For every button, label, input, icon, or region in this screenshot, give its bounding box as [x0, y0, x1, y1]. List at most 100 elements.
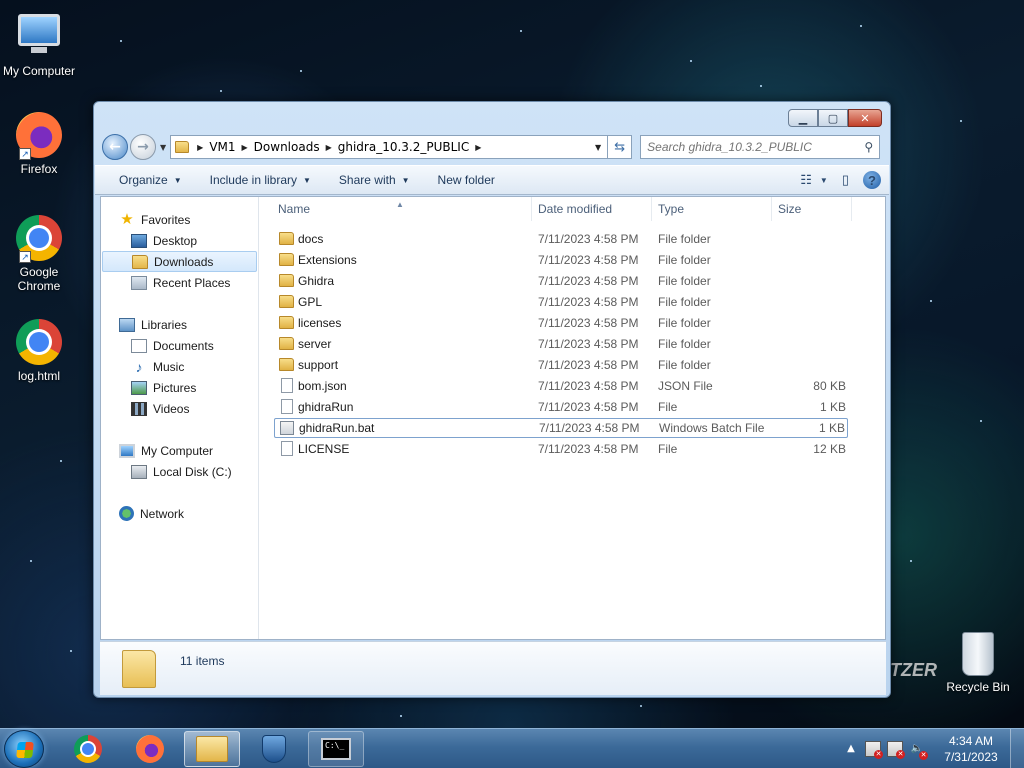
column-header-size[interactable]: Size — [772, 197, 852, 221]
file-row-ghidrarun-bat[interactable]: ghidraRun.bat 7/11/2023 4:58 PM Windows Ba… — [274, 418, 848, 438]
nav-local-disk[interactable]: Local Disk (C:) — [101, 461, 258, 482]
nav-recent-places[interactable]: Recent Places — [101, 272, 258, 293]
breadcrumb-chevron-icon[interactable]: ▶ — [197, 143, 203, 152]
nav-documents[interactable]: Documents — [101, 335, 258, 356]
address-dropdown-icon[interactable]: ▼ — [595, 143, 601, 152]
close-button[interactable]: ✕ — [848, 109, 882, 127]
nav-favorites[interactable]: ★ Favorites — [101, 209, 258, 230]
file-type: File folder — [658, 337, 711, 351]
forward-button[interactable]: → — [130, 134, 156, 160]
column-headers: Name ▲ Date modified Type Size — [260, 197, 885, 221]
file-type: File — [658, 442, 678, 456]
breadcrumb-downloads[interactable]: Downloads — [254, 140, 320, 154]
file-row-license[interactable]: LICENSE 7/11/2023 4:58 PM File 12 KB — [274, 439, 848, 459]
file-type: File folder — [658, 253, 711, 267]
taskbar-windows-explorer[interactable] — [184, 731, 240, 767]
view-options-icon[interactable]: ☷ — [800, 172, 812, 188]
nav-music[interactable]: ♪ Music — [101, 356, 258, 377]
nav-label: My Computer — [141, 443, 214, 458]
file-icon — [281, 441, 293, 456]
preview-pane-icon[interactable]: ▯ — [842, 172, 849, 188]
share-with-menu[interactable]: Share with ▼ — [325, 173, 424, 187]
folder-icon — [279, 274, 294, 287]
desktop-icon-recycle-bin[interactable]: Recycle Bin — [940, 632, 1016, 694]
nav-my-computer[interactable]: My Computer — [101, 440, 258, 461]
maximize-button[interactable]: ▢ — [818, 109, 848, 127]
folder-icon — [279, 358, 294, 371]
file-date: 7/11/2023 4:58 PM — [539, 421, 640, 435]
recent-pages-dropdown-icon[interactable]: ▼ — [160, 143, 166, 152]
nav-network[interactable]: Network — [101, 503, 258, 524]
refresh-button[interactable]: ⇆ — [608, 135, 633, 159]
column-header-date-modified[interactable]: Date modified — [532, 197, 652, 221]
desktop-icon-firefox[interactable]: ↗ Firefox — [1, 112, 77, 176]
taskbar-command-prompt[interactable]: C:\_ — [308, 731, 364, 767]
desktop-icon-my-computer[interactable]: My Computer — [1, 8, 77, 78]
breadcrumb-chevron-icon[interactable]: ▶ — [326, 143, 332, 152]
file-row-gpl[interactable]: GPL 7/11/2023 4:58 PM File folder — [274, 292, 848, 312]
file-row-bom-json[interactable]: bom.json 7/11/2023 4:58 PM JSON File 80 KB — [274, 376, 848, 396]
nav-videos[interactable]: Videos — [101, 398, 258, 419]
include-in-library-menu[interactable]: Include in library ▼ — [196, 173, 325, 187]
network-status-icon[interactable]: ✕ — [887, 741, 905, 759]
taskbar-clock[interactable]: 4:34 AM 7/31/2023 — [932, 733, 1010, 765]
desktop-icon-label: My Computer — [2, 64, 76, 78]
nav-label: Local Disk (C:) — [153, 464, 232, 479]
column-header-name[interactable]: Name ▲ — [260, 197, 532, 221]
taskbar-security-shield[interactable] — [246, 731, 302, 767]
computer-icon — [119, 443, 135, 458]
back-button[interactable]: ← — [102, 134, 128, 160]
desktop-icon-log-html[interactable]: log.html — [1, 319, 77, 383]
minimize-icon: ▁ — [798, 111, 808, 125]
nav-downloads[interactable]: Downloads — [102, 251, 257, 272]
action-center-flag-icon[interactable]: ✕ — [865, 741, 883, 759]
share-with-label: Share with — [338, 173, 396, 187]
search-input[interactable] — [647, 140, 848, 154]
minimize-button[interactable]: ▁ — [788, 109, 818, 127]
show-desktop-button[interactable] — [1010, 729, 1024, 768]
new-folder-button[interactable]: New folder — [424, 173, 509, 187]
chevron-down-icon: ▼ — [401, 175, 410, 185]
taskbar-firefox[interactable] — [122, 731, 178, 767]
column-label: Name — [278, 202, 311, 216]
file-row-ghidra[interactable]: Ghidra 7/11/2023 4:58 PM File folder — [274, 271, 848, 291]
file-size: 1 KB — [818, 421, 845, 435]
file-row-licenses[interactable]: licenses 7/11/2023 4:58 PM File folder — [274, 313, 848, 333]
disk-drive-icon — [131, 464, 147, 479]
file-row-server[interactable]: server 7/11/2023 4:58 PM File folder — [274, 334, 848, 354]
view-options-dropdown-icon[interactable]: ▼ — [820, 176, 828, 185]
file-row-support[interactable]: support 7/11/2023 4:58 PM File folder — [274, 355, 848, 375]
nav-desktop[interactable]: Desktop — [101, 230, 258, 251]
chrome-icon — [16, 319, 62, 365]
file-row-extensions[interactable]: Extensions 7/11/2023 4:58 PM File folder — [274, 250, 848, 270]
chevron-down-icon: ▼ — [303, 175, 311, 185]
taskbar-chrome[interactable] — [60, 731, 116, 767]
taskbar: C:\_ ▲ ✕ ✕ 🔈 ✕ 4:34 AM 7/31/2023 — [0, 728, 1024, 768]
search-icon[interactable]: ⚲ — [864, 140, 873, 154]
desktop-icon — [131, 233, 147, 248]
file-row-docs[interactable]: docs 7/11/2023 4:58 PM File folder — [274, 229, 848, 249]
breadcrumb-chevron-icon[interactable]: ▶ — [475, 143, 481, 152]
help-icon[interactable]: ? — [863, 171, 881, 189]
file-date: 7/11/2023 4:58 PM — [538, 274, 639, 288]
nav-label: Videos — [153, 401, 190, 416]
start-button[interactable] — [4, 730, 44, 768]
new-folder-label: New folder — [437, 173, 495, 187]
file-type: Windows Batch File — [659, 421, 765, 435]
breadcrumb-ghidra[interactable]: ghidra_10.3.2_PUBLIC — [338, 140, 469, 154]
file-name: bom.json — [298, 379, 347, 393]
file-row-ghidrarun[interactable]: ghidraRun 7/11/2023 4:58 PM File 1 KB — [274, 397, 848, 417]
nav-libraries[interactable]: Libraries — [101, 314, 258, 335]
nav-label: Music — [153, 359, 185, 374]
show-hidden-icons-icon[interactable]: ▲ — [843, 741, 859, 757]
search-box[interactable]: ⚲ — [640, 135, 881, 159]
breadcrumb-chevron-icon[interactable]: ▶ — [242, 143, 248, 152]
address-bar[interactable]: ▶ VM1 ▶ Downloads ▶ ghidra_10.3.2_PUBLIC… — [170, 135, 609, 159]
organize-menu[interactable]: Organize ▼ — [105, 173, 196, 187]
nav-pictures[interactable]: Pictures — [101, 377, 258, 398]
file-name: server — [298, 337, 332, 351]
column-header-type[interactable]: Type — [652, 197, 772, 221]
desktop-icon-google-chrome[interactable]: ↗ Google Chrome — [1, 215, 77, 293]
volume-muted-icon[interactable]: 🔈 ✕ — [909, 741, 928, 760]
breadcrumb-vm1[interactable]: VM1 — [209, 140, 235, 154]
